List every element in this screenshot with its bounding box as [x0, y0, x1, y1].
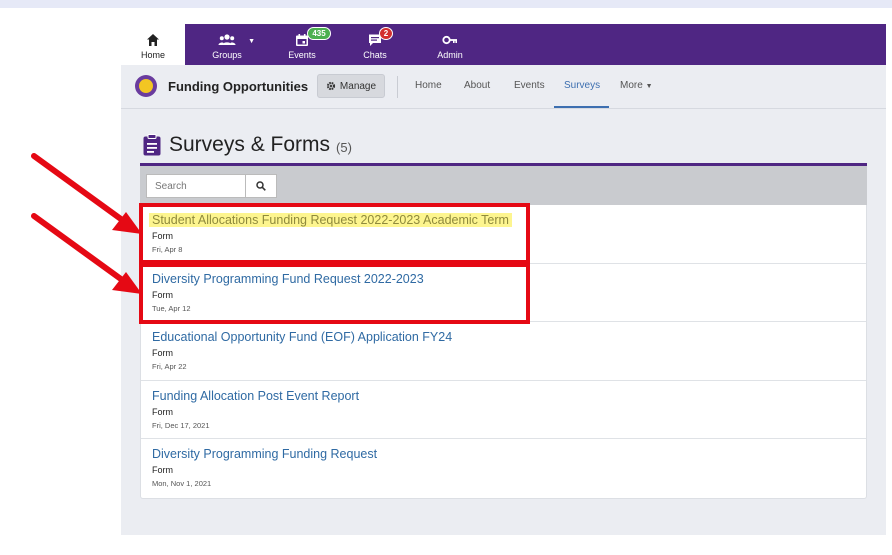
org-name: Funding Opportunities: [168, 79, 309, 94]
list-item[interactable]: Diversity Programming Fund Request 2022-…: [141, 264, 866, 322]
tab-home[interactable]: Home: [415, 80, 442, 91]
form-date: Fri, Dec 17, 2021: [152, 420, 210, 430]
gear-icon: [326, 81, 336, 91]
nav-chats-label: Chats: [363, 50, 387, 60]
form-count: (5): [336, 140, 352, 155]
list-item[interactable]: Student Allocations Funding Request 2022…: [141, 205, 866, 264]
tab-surveys[interactable]: Surveys: [564, 80, 600, 91]
list-item[interactable]: Funding Allocation Post Event Report For…: [141, 381, 866, 439]
tab-events[interactable]: Events: [514, 80, 545, 91]
key-icon: [442, 35, 457, 45]
form-title[interactable]: Funding Allocation Post Event Report: [152, 389, 359, 403]
search-button[interactable]: [246, 174, 277, 198]
nav-admin[interactable]: Admin: [415, 24, 485, 65]
search-input[interactable]: [146, 174, 246, 198]
nav-home[interactable]: Home: [121, 24, 185, 65]
manage-button-label: Manage: [339, 80, 377, 92]
list-item[interactable]: Diversity Programming Funding Request Fo…: [141, 439, 866, 498]
form-type: Form: [152, 348, 173, 358]
active-tab-indicator: [554, 106, 609, 108]
search-bar: [140, 166, 867, 205]
nav-groups-label: Groups: [212, 50, 242, 60]
nav-chats[interactable]: Chats 2: [335, 24, 415, 65]
nav-events[interactable]: Events 435: [269, 24, 335, 65]
tab-about[interactable]: About: [464, 80, 490, 91]
form-date: Mon, Nov 1, 2021: [152, 479, 212, 488]
form-title[interactable]: Diversity Programming Fund Request 2022-…: [152, 272, 424, 286]
tab-more[interactable]: More ▼: [620, 80, 653, 91]
search-icon: [256, 181, 266, 191]
list-item[interactable]: Educational Opportunity Fund (EOF) Appli…: [141, 322, 866, 381]
form-type: Form: [152, 465, 173, 475]
form-title[interactable]: Diversity Programming Funding Request: [152, 447, 377, 461]
groups-icon: [218, 34, 236, 45]
chevron-down-icon: ▼: [248, 38, 255, 45]
events-count-badge: 435: [307, 27, 331, 40]
clipboard-icon: [143, 134, 161, 156]
manage-button[interactable]: Manage: [317, 74, 385, 98]
caret-down-icon: ▼: [645, 83, 653, 90]
page-header: Surveys & Forms (5): [143, 131, 352, 159]
form-type: Form: [152, 406, 173, 417]
top-navigation: Home Groups ▼ Events 435 Chats 2 Admin: [121, 24, 886, 65]
form-type: Form: [152, 289, 173, 300]
form-date: Fri, Apr 22: [152, 362, 187, 371]
divider: [397, 76, 398, 98]
home-icon: [147, 34, 159, 46]
form-date: Fri, Apr 8: [152, 245, 183, 254]
form-date: Tue, Apr 12: [152, 303, 191, 313]
page-title: Surveys & Forms: [169, 133, 331, 156]
form-title[interactable]: Educational Opportunity Fund (EOF) Appli…: [152, 330, 452, 344]
nav-events-label: Events: [288, 50, 316, 60]
chats-count-badge: 2: [379, 27, 393, 40]
nav-admin-label: Admin: [437, 50, 463, 60]
form-title[interactable]: Student Allocations Funding Request 2022…: [149, 213, 512, 227]
app-window: Home Groups ▼ Events 435 Chats 2 Admin F…: [121, 24, 886, 535]
nav-home-label: Home: [140, 50, 165, 60]
nav-groups[interactable]: Groups ▼: [185, 24, 269, 65]
forms-list: Student Allocations Funding Request 2022…: [140, 205, 867, 499]
org-header: Funding Opportunities Manage Home About …: [121, 65, 886, 109]
tab-more-label: More: [620, 80, 643, 91]
org-logo: [135, 75, 157, 97]
form-type: Form: [152, 231, 173, 241]
